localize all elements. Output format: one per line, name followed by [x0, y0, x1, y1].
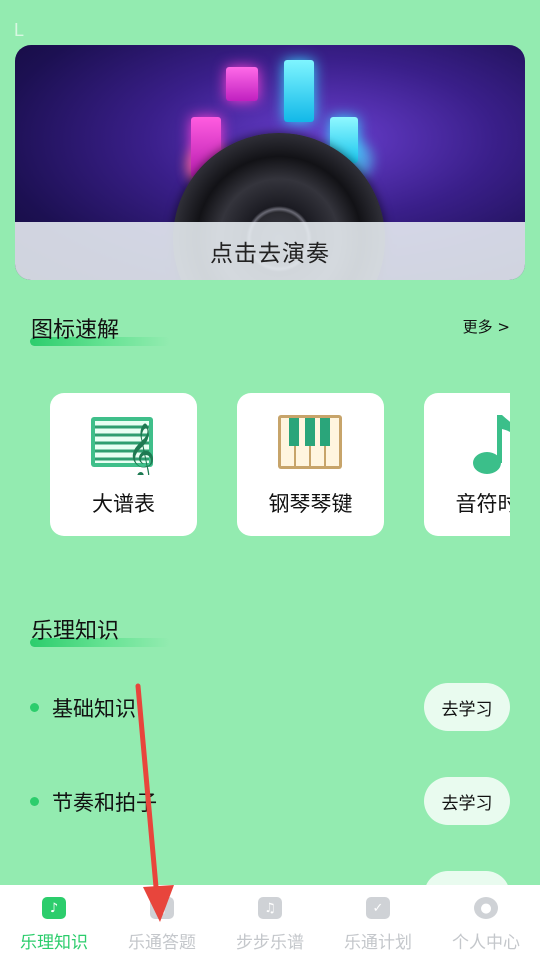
card-label: 钢琴琴键 — [268, 492, 353, 516]
note-icon: ♪ — [42, 897, 66, 919]
icon-card-piano[interactable]: 钢琴琴键 — [237, 393, 384, 536]
nav-tab-quiz[interactable]: ▮ 乐通答题 — [108, 885, 216, 960]
music-icon: ♫ — [258, 897, 282, 919]
nav-label: 乐理知识 — [20, 933, 88, 953]
quiz-icon: ▮ — [150, 897, 174, 919]
nav-label: 个人中心 — [452, 933, 520, 953]
list-item: 基础知识 去学习 — [30, 683, 510, 731]
bullet-dot — [30, 797, 39, 806]
more-link[interactable]: 更多 > — [463, 316, 510, 337]
light-bar — [226, 67, 258, 101]
card-label: 大谱表 — [92, 492, 155, 516]
nav-label: 乐通答题 — [128, 933, 196, 953]
card-label: 音符时值 — [455, 492, 511, 516]
nav-tab-profile[interactable]: ● 个人中心 — [432, 885, 540, 960]
svg-text:𝄞: 𝄞 — [127, 423, 155, 475]
study-button[interactable]: 去学习 — [424, 683, 510, 731]
plan-icon: ✓ — [366, 897, 390, 919]
icons-section-title: 图标速解 — [31, 318, 120, 343]
staff-icon: 𝄞 — [91, 417, 155, 475]
icon-card-note[interactable]: 音符时值 — [424, 393, 510, 536]
play-banner[interactable]: 点击去演奏 — [15, 45, 525, 280]
nav-label: 步步乐谱 — [236, 933, 304, 953]
person-icon: ● — [474, 897, 498, 919]
list-item-label: 基础知识 — [52, 697, 136, 721]
icon-cards-carousel[interactable]: 𝄞 大谱表 钢琴琴键 音符时值 — [50, 393, 510, 536]
nav-tab-plan[interactable]: ✓ 乐通计划 — [324, 885, 432, 960]
study-button[interactable]: 去学习 — [424, 777, 510, 825]
list-item-label: 节奏和拍子 — [52, 791, 157, 815]
piano-keys-icon — [278, 415, 342, 469]
nav-tab-theory[interactable]: ♪ 乐理知识 — [0, 885, 108, 960]
banner-caption: 点击去演奏 — [15, 222, 525, 280]
music-note-icon — [473, 415, 510, 474]
light-bar — [284, 60, 314, 122]
status-bar-mark: L — [14, 20, 25, 40]
nav-label: 乐通计划 — [344, 933, 412, 953]
bullet-dot — [30, 703, 39, 712]
nav-tab-sheet-music[interactable]: ♫ 步步乐谱 — [216, 885, 324, 960]
bottom-nav: ♪ 乐理知识 ▮ 乐通答题 ♫ 步步乐谱 ✓ 乐通计划 ● 个人中心 — [0, 885, 540, 960]
list-item: 节奏和拍子 去学习 — [30, 777, 510, 825]
theory-section-title: 乐理知识 — [31, 619, 120, 644]
icon-card-staff[interactable]: 𝄞 大谱表 — [50, 393, 197, 536]
